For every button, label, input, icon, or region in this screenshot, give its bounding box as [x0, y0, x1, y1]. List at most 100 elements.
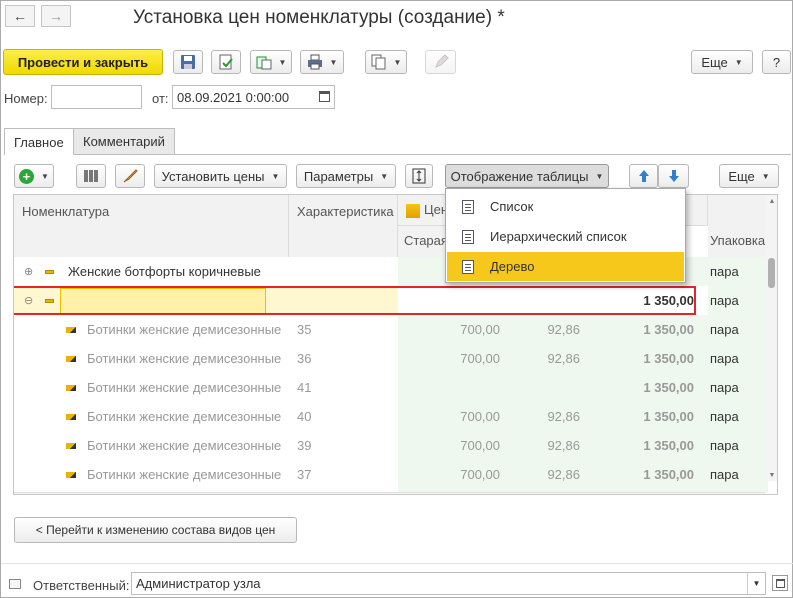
menu-item-list[interactable]: Список — [447, 192, 684, 221]
more-label: Еще — [701, 54, 728, 70]
table-row[interactable]: Ботинки женские демисезонные 40 700,00 92,8… — [14, 402, 764, 431]
product-item-icon — [66, 344, 76, 373]
open-responsible-button[interactable] — [772, 575, 788, 591]
menu-item-hierarchical-list[interactable]: Иерархический список — [447, 222, 684, 251]
back-arrow-icon: ← — [13, 8, 27, 24]
scroll-left-arrow[interactable]: ◀ — [16, 493, 21, 494]
row-percent: 92,86 — [547, 322, 580, 337]
edit-button[interactable] — [425, 50, 456, 74]
product-item-icon — [66, 460, 76, 489]
table-more-button[interactable]: Еще ▼ — [719, 164, 779, 188]
row-nomenclature: Ботинки женские демисезонные — [87, 409, 282, 424]
barcode-button[interactable] — [76, 164, 106, 188]
date-value: 08.09.2021 0:00:00 — [177, 89, 290, 105]
tab-divider — [4, 154, 791, 155]
set-prices-label: Установить цены — [161, 168, 265, 184]
add-row-button[interactable]: + ▼ — [14, 164, 54, 188]
horizontal-scrollbar[interactable]: ◀ ▶ — [14, 492, 765, 494]
menu-item-hierarchical-label: Иерархический список — [490, 229, 627, 244]
row-packaging: пара — [710, 467, 739, 482]
more-button[interactable]: Еще ▼ — [691, 50, 753, 74]
calendar-icon[interactable] — [319, 91, 330, 102]
menu-item-tree[interactable]: Дерево — [447, 252, 684, 281]
table-row[interactable]: Ботинки женские демисезонные 41 1 350,00 па… — [14, 373, 764, 402]
forward-arrow-icon: → — [49, 8, 63, 24]
table-display-button[interactable]: Отображение таблицы ▼ — [445, 164, 609, 188]
back-button[interactable]: ← — [5, 5, 35, 27]
row-characteristic: 35 — [297, 322, 312, 337]
row-new-price[interactable]: 1 350,00 — [594, 373, 694, 402]
row-old-price — [398, 373, 500, 402]
move-up-button[interactable] — [629, 164, 658, 188]
tree-icon — [462, 259, 474, 274]
scroll-up-arrow[interactable]: ▲ — [765, 198, 777, 205]
table-row[interactable]: Ботинки женские демисезонные 35 700,00 92,8… — [14, 315, 764, 344]
post-document-icon — [219, 54, 233, 70]
row-new-price[interactable]: 1 350,00 — [594, 460, 694, 489]
goto-price-types-button[interactable]: < Перейти к изменению состава видов цен — [14, 517, 297, 543]
column-header-packaging[interactable]: Упаковка — [708, 195, 768, 257]
save-button[interactable] — [173, 50, 203, 74]
page-title: Установка цен номенклатуры (создание) * — [133, 7, 505, 28]
row-new-price[interactable]: 1 350,00 — [594, 315, 694, 344]
expand-toggle-icon[interactable]: ⊕ — [24, 257, 36, 286]
tab-comment[interactable]: Комментарий — [73, 128, 175, 154]
date-label: от: — [152, 91, 169, 106]
row-new-price[interactable]: 1 350,00 — [594, 402, 694, 431]
row-height-button[interactable] — [405, 164, 433, 188]
barcode-icon — [84, 170, 98, 182]
vertical-scrollbar[interactable]: ▲ ▼ — [765, 195, 777, 481]
row-nomenclature: Женские ботфорты коричневые — [68, 264, 261, 279]
related-documents-button[interactable]: ▼ — [365, 50, 407, 74]
row-nomenclature: Ботинки женские демисезонные — [87, 467, 282, 482]
date-input[interactable]: 08.09.2021 0:00:00 — [172, 85, 335, 109]
row-percent: 92,86 — [547, 438, 580, 453]
row-characteristic: 39 — [297, 438, 312, 453]
create-based-icon — [256, 56, 272, 70]
help-button[interactable]: ? — [762, 50, 791, 74]
number-input[interactable] — [51, 85, 142, 109]
responsible-value: Администратор узла — [136, 576, 261, 591]
documents-icon — [371, 54, 386, 70]
product-item-icon — [66, 402, 76, 431]
move-down-button[interactable] — [658, 164, 689, 188]
menu-item-list-label: Список — [490, 199, 534, 214]
comment-icon — [9, 579, 21, 589]
table-display-menu: Список Иерархический список Дерево — [445, 188, 686, 283]
row-percent: 92,86 — [547, 467, 580, 482]
fill-button[interactable] — [115, 164, 145, 188]
row-old-price: 700,00 — [460, 351, 500, 366]
create-based-on-button[interactable]: ▼ — [250, 50, 292, 74]
post-and-close-button[interactable]: Провести и закрыть — [3, 49, 163, 75]
post-button[interactable] — [211, 50, 241, 74]
footer-divider — [1, 563, 793, 564]
table-row[interactable]: Ботинки женские демисезонные 36 700,00 92,8… — [14, 344, 764, 373]
arrow-up-icon — [638, 170, 649, 182]
responsible-dropdown-button[interactable]: ▼ — [747, 573, 765, 594]
row-characteristic: 40 — [297, 409, 312, 424]
vertical-scroll-thumb[interactable] — [768, 258, 775, 288]
forward-button[interactable]: → — [41, 5, 71, 27]
list-icon — [462, 199, 474, 214]
row-old-price: 700,00 — [460, 409, 500, 424]
parameters-button[interactable]: Параметры ▼ — [296, 164, 396, 188]
responsible-input[interactable]: Администратор узла ▼ — [131, 572, 766, 595]
column-header-characteristic[interactable]: Характеристика — [289, 195, 398, 257]
table-row[interactable]: Ботинки женские демисезонные 39 700,00 92,8… — [14, 431, 764, 460]
scroll-right-arrow[interactable]: ▶ — [758, 493, 763, 494]
printer-icon — [307, 54, 322, 70]
menu-item-tree-label: Дерево — [490, 259, 535, 274]
row-new-price[interactable]: 1 350,00 — [594, 431, 694, 460]
set-prices-button[interactable]: Установить цены ▼ — [154, 164, 287, 188]
row-percent: 92,86 — [547, 351, 580, 366]
row-new-price[interactable]: 1 350,00 — [594, 344, 694, 373]
column-header-nomenclature[interactable]: Номенклатура — [14, 195, 289, 257]
number-label: Номер: — [4, 91, 48, 106]
tab-main[interactable]: Главное — [4, 128, 74, 155]
row-characteristic: 41 — [297, 380, 312, 395]
add-plus-icon: + — [19, 168, 35, 184]
scroll-down-arrow[interactable]: ▼ — [765, 472, 777, 479]
responsible-label: Ответственный: — [33, 578, 130, 593]
table-row[interactable]: Ботинки женские демисезонные 37 700,00 92,8… — [14, 460, 764, 489]
print-button[interactable]: ▼ — [300, 50, 344, 74]
